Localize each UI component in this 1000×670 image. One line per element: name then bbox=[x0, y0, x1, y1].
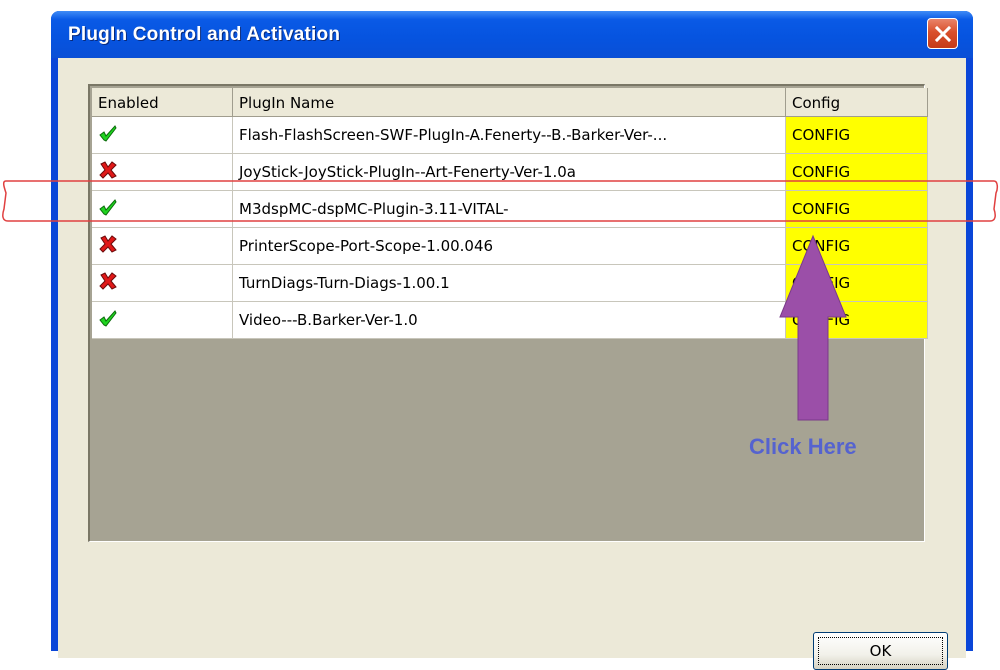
plugin-name-cell[interactable]: PrinterScope-Port-Scope-1.00.046 bbox=[233, 228, 786, 265]
red-x-icon[interactable] bbox=[98, 271, 118, 295]
close-button[interactable] bbox=[927, 18, 958, 49]
table-row[interactable]: TurnDiags-Turn-Diags-1.00.1 CONFIG bbox=[92, 265, 928, 302]
click-here-annotation: Click Here bbox=[749, 434, 857, 459]
window-title: PlugIn Control and Activation bbox=[68, 24, 341, 45]
enabled-cell[interactable] bbox=[92, 154, 233, 191]
enabled-cell[interactable] bbox=[92, 117, 233, 154]
plugin-dialog-window: PlugIn Control and Activation Enabled Pl… bbox=[51, 11, 973, 670]
config-button[interactable]: CONFIG bbox=[786, 117, 928, 154]
enabled-cell[interactable] bbox=[92, 191, 233, 228]
title-bar[interactable]: PlugIn Control and Activation bbox=[51, 11, 973, 58]
config-button[interactable]: CONFIG bbox=[786, 228, 928, 265]
column-header-enabled[interactable]: Enabled bbox=[92, 88, 233, 117]
table-row[interactable]: PrinterScope-Port-Scope-1.00.046 CONFIG bbox=[92, 228, 928, 265]
red-x-icon[interactable] bbox=[98, 234, 118, 258]
green-check-icon[interactable] bbox=[98, 123, 118, 147]
config-button[interactable]: CONFIG bbox=[786, 265, 928, 302]
table-row[interactable]: Video---B.Barker-Ver-1.0 CONFIG bbox=[92, 302, 928, 339]
table-row[interactable]: JoyStick-JoyStick-PlugIn--Art-Fenerty-Ve… bbox=[92, 154, 928, 191]
green-check-icon[interactable] bbox=[98, 308, 118, 332]
config-button[interactable]: CONFIG bbox=[786, 191, 928, 228]
green-check-icon[interactable] bbox=[98, 197, 118, 221]
plugin-name-cell[interactable]: Video---B.Barker-Ver-1.0 bbox=[233, 302, 786, 339]
plugin-name-cell[interactable]: M3dspMC-dspMC-Plugin-3.11-VITAL- bbox=[233, 191, 786, 228]
plugin-name-cell[interactable]: JoyStick-JoyStick-PlugIn--Art-Fenerty-Ve… bbox=[233, 154, 786, 191]
plugin-name-cell[interactable]: Flash-FlashScreen-SWF-PlugIn-A.Fenerty--… bbox=[233, 117, 786, 154]
plugin-grid: Enabled PlugIn Name Config Flash-FlashSc… bbox=[88, 84, 928, 542]
table-row[interactable]: M3dspMC-dspMC-Plugin-3.11-VITAL- CONFIG bbox=[92, 191, 928, 228]
grid-header-row: Enabled PlugIn Name Config bbox=[92, 88, 928, 117]
enabled-cell[interactable] bbox=[92, 228, 233, 265]
red-x-icon[interactable] bbox=[98, 160, 118, 184]
column-header-config[interactable]: Config bbox=[786, 88, 928, 117]
table-row[interactable]: Flash-FlashScreen-SWF-PlugIn-A.Fenerty--… bbox=[92, 117, 928, 154]
dialog-client-area: Enabled PlugIn Name Config Flash-FlashSc… bbox=[58, 58, 966, 670]
ok-button[interactable]: OK bbox=[813, 632, 948, 670]
enabled-cell[interactable] bbox=[92, 302, 233, 339]
close-x-icon bbox=[934, 25, 951, 42]
ok-button-label: OK bbox=[818, 637, 943, 665]
column-header-plugin-name[interactable]: PlugIn Name bbox=[233, 88, 786, 117]
config-button[interactable]: CONFIG bbox=[786, 154, 928, 191]
enabled-cell[interactable] bbox=[92, 265, 233, 302]
config-button[interactable]: CONFIG bbox=[786, 302, 928, 339]
plugin-name-cell[interactable]: TurnDiags-Turn-Diags-1.00.1 bbox=[233, 265, 786, 302]
